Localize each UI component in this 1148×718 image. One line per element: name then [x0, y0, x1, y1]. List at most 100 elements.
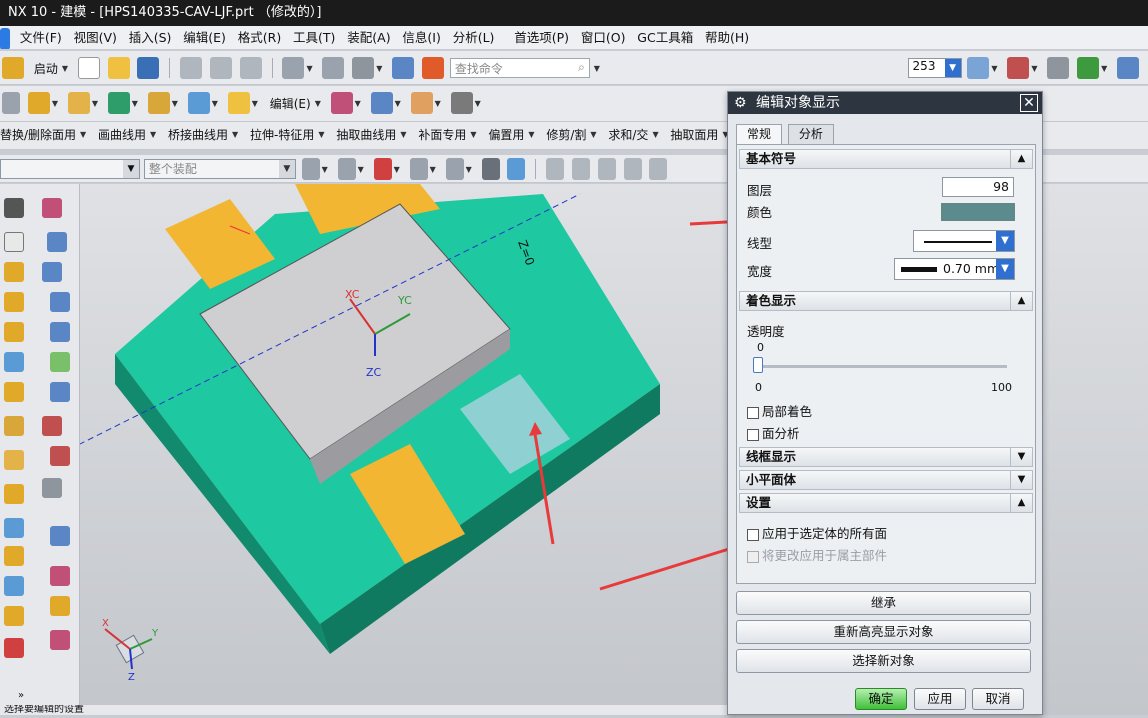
- select-new-object-button[interactable]: 选择新对象: [736, 649, 1031, 673]
- menu-format[interactable]: 格式(R): [234, 26, 285, 49]
- cancel-button[interactable]: 取消: [972, 688, 1024, 710]
- snap-icon[interactable]: [301, 158, 320, 180]
- mid-point-snap-icon[interactable]: [571, 158, 590, 180]
- chevron-down-icon[interactable]: ▼: [475, 99, 481, 108]
- tb-extract-face[interactable]: 抽取面用: [670, 126, 718, 143]
- chevron-down-icon[interactable]: ▼: [594, 64, 600, 73]
- boolean-unite-icon[interactable]: [147, 92, 170, 114]
- chevron-down-icon[interactable]: ▼: [123, 160, 139, 178]
- shell-icon[interactable]: [227, 92, 250, 114]
- save-icon[interactable]: [137, 57, 160, 79]
- chevron-down-icon[interactable]: ▼: [470, 130, 476, 139]
- end-point-snap-icon[interactable]: [546, 158, 565, 180]
- chevron-down-icon[interactable]: ▼: [394, 165, 400, 174]
- select-components-icon[interactable]: [337, 158, 356, 180]
- assembly-navigator-icon[interactable]: [4, 198, 24, 218]
- revolve-icon[interactable]: [67, 92, 90, 114]
- block-icon[interactable]: [187, 92, 210, 114]
- rectangle-icon[interactable]: [42, 198, 62, 218]
- lasso-icon[interactable]: [1047, 57, 1070, 79]
- tb-extract-curve[interactable]: 抽取曲线用: [336, 126, 396, 143]
- paste-icon[interactable]: [239, 57, 262, 79]
- menu-edit[interactable]: 编辑(E): [179, 26, 230, 49]
- menu-assembly[interactable]: 装配(A): [343, 26, 394, 49]
- checkbox-box[interactable]: [747, 406, 759, 419]
- command-search-input[interactable]: 查找命令 ⌕: [449, 58, 590, 78]
- undo-icon[interactable]: [282, 57, 305, 79]
- fill-surface-icon[interactable]: [50, 630, 70, 650]
- bounded-plane-icon[interactable]: [50, 596, 70, 616]
- tb-offset[interactable]: 偏置用: [488, 126, 524, 143]
- menu-help[interactable]: 帮助(H): [701, 26, 753, 49]
- chevron-down-icon[interactable]: ▼: [430, 165, 436, 174]
- chevron-down-icon[interactable]: ▼: [590, 130, 596, 139]
- thicken-icon[interactable]: [4, 546, 24, 566]
- menu-insert[interactable]: 插入(S): [125, 26, 176, 49]
- start-icon[interactable]: [2, 57, 24, 79]
- hole-icon[interactable]: [4, 322, 24, 342]
- start-label[interactable]: 启动: [34, 60, 58, 77]
- chevron-down-icon[interactable]: ▼: [358, 165, 364, 174]
- pattern-icon[interactable]: [4, 484, 24, 504]
- menu-analysis[interactable]: 分析(L): [449, 26, 499, 49]
- chevron-down-icon[interactable]: ▼: [318, 130, 324, 139]
- selection-scope-select[interactable]: 整个装配 ▼: [143, 159, 296, 179]
- tb-replace-delete-face[interactable]: 替换/删除面用: [0, 126, 76, 143]
- ok-button[interactable]: 确定: [855, 688, 907, 710]
- work-layer-select[interactable]: 253 ▼: [907, 58, 962, 78]
- close-icon[interactable]: ✕: [1020, 94, 1038, 112]
- pocket-icon[interactable]: [4, 382, 24, 402]
- chevron-down-icon[interactable]: ▼: [52, 99, 58, 108]
- menu-window[interactable]: 窗口(O): [577, 26, 630, 49]
- app-menu-icon[interactable]: [0, 27, 10, 49]
- chevron-down-icon[interactable]: ▼: [996, 231, 1014, 251]
- cut-icon[interactable]: [180, 57, 203, 79]
- chevron-down-icon[interactable]: ▼: [232, 130, 238, 139]
- linetype-select[interactable]: ▼: [913, 230, 1015, 252]
- transparency-slider-track[interactable]: [757, 365, 1007, 368]
- section-faceted-body[interactable]: 小平面体 ▼: [739, 470, 1033, 490]
- chevron-down-icon[interactable]: ▼: [395, 99, 401, 108]
- sketch-icon[interactable]: [2, 92, 20, 114]
- chevron-down-icon[interactable]: ▼: [466, 165, 472, 174]
- tab-analysis[interactable]: 分析: [787, 124, 834, 144]
- repeat-command-icon[interactable]: [352, 57, 375, 79]
- ruled-surface-icon[interactable]: [50, 292, 70, 312]
- chevron-down-icon[interactable]: ▼: [355, 99, 361, 108]
- datum-point-icon[interactable]: [107, 92, 130, 114]
- control-point-snap-icon[interactable]: [597, 158, 616, 180]
- pad-icon[interactable]: [4, 292, 24, 312]
- tb-patch-face[interactable]: 补面专用: [418, 126, 466, 143]
- menu-view[interactable]: 视图(V): [70, 26, 121, 49]
- sew-icon[interactable]: [50, 526, 70, 546]
- menu-info[interactable]: 信息(I): [398, 26, 444, 49]
- tb-draw-curve[interactable]: 画曲线用: [98, 126, 146, 143]
- chevron-down-icon[interactable]: ▼: [278, 160, 295, 178]
- redo-icon[interactable]: [322, 57, 345, 79]
- grid-surface-icon[interactable]: [47, 232, 67, 252]
- chevron-down-icon[interactable]: ▼: [80, 130, 86, 139]
- trim-sheet-icon[interactable]: [42, 478, 62, 498]
- tb-trim-split[interactable]: 修剪/割: [546, 126, 586, 143]
- menu-file[interactable]: 文件(F): [16, 26, 66, 49]
- tab-general[interactable]: 常规: [736, 124, 783, 144]
- chevron-down-icon[interactable]: ▼: [1101, 64, 1107, 73]
- tb-bridge-curve[interactable]: 桥接曲线用: [168, 126, 228, 143]
- new-file-icon[interactable]: [77, 57, 100, 79]
- chevron-down-icon[interactable]: ▼: [306, 64, 312, 73]
- rehighlight-button[interactable]: 重新高亮显示对象: [736, 620, 1031, 644]
- chevron-up-icon[interactable]: ▲: [1010, 494, 1032, 512]
- chevron-down-icon[interactable]: ▼: [996, 259, 1014, 279]
- offset-surface-icon[interactable]: [50, 446, 70, 466]
- chevron-down-icon[interactable]: ▼: [92, 99, 98, 108]
- inherit-button[interactable]: 继承: [736, 591, 1031, 615]
- section-wireframe[interactable]: 线框显示 ▼: [739, 447, 1033, 467]
- color-swatch[interactable]: [941, 203, 1015, 221]
- open-folder-icon[interactable]: [107, 57, 130, 79]
- point-snap-icon[interactable]: [409, 158, 428, 180]
- arc-center-snap-icon[interactable]: [649, 158, 668, 180]
- apply-button[interactable]: 应用: [914, 688, 966, 710]
- play-icon[interactable]: [1077, 57, 1100, 79]
- chevron-down-icon[interactable]: ▼: [991, 64, 997, 73]
- select-all-icon[interactable]: [373, 158, 392, 180]
